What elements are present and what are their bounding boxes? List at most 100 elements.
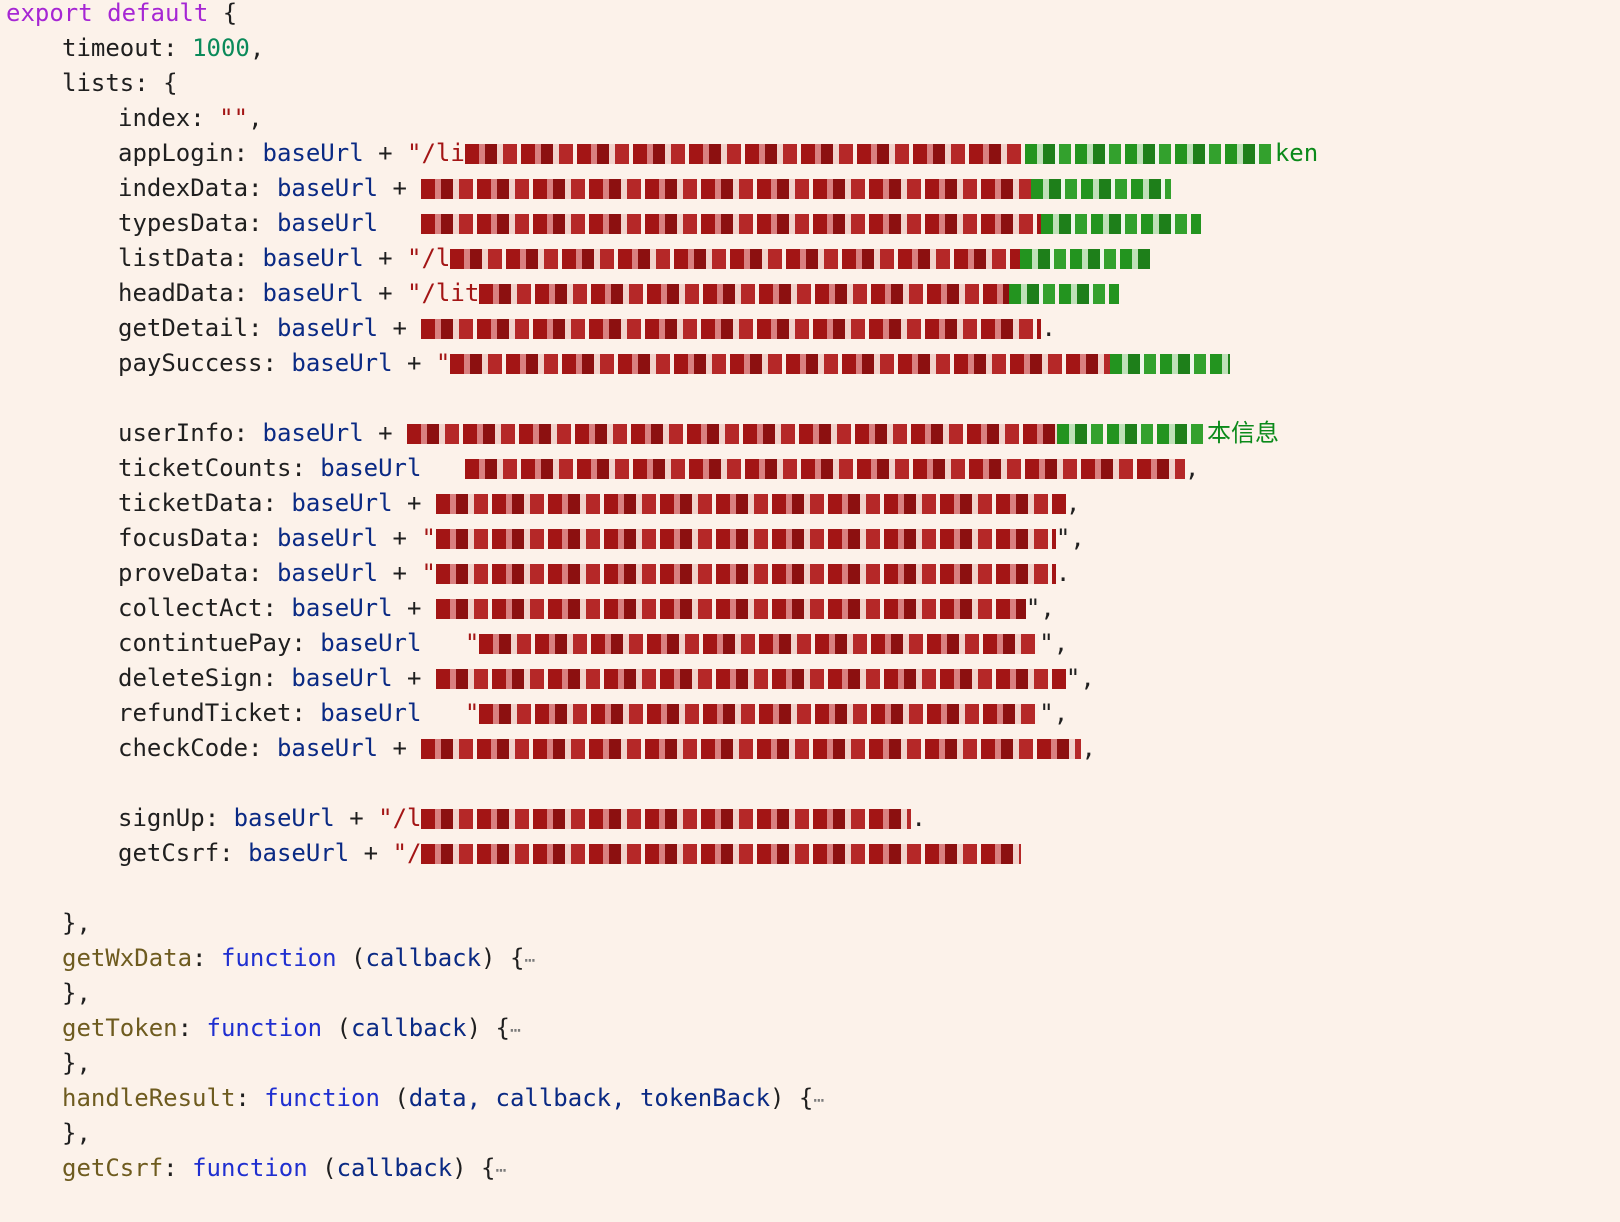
redacted-path (421, 739, 1082, 759)
baseurl-ident: baseUrl (276, 559, 379, 587)
fold-marker-icon[interactable]: ⋯ (510, 1020, 521, 1041)
line-indexData: indexData: baseUrl + (118, 170, 1172, 206)
line-listData: listData: baseUrl + "/l (118, 240, 1151, 276)
close-brace: }, (62, 1049, 91, 1077)
function-keyword: function (206, 1014, 323, 1042)
code-editor[interactable]: export default { timeout: 1000, lists: {… (0, 0, 1620, 1222)
line-contintuePay: contintuePay: baseUrl " ", (118, 629, 1069, 657)
baseurl-ident: baseUrl (320, 454, 422, 482)
baseurl-ident: baseUrl (276, 524, 379, 552)
key-headData: headData (118, 279, 234, 307)
index-value: "" (219, 104, 249, 132)
baseurl-ident: baseUrl (262, 279, 364, 307)
line-fn-handleResult: handleResult: function (data, callback, … (62, 1084, 825, 1112)
redacted-comment (1041, 214, 1202, 234)
redacted-path (407, 424, 1058, 444)
redacted-path (421, 844, 1022, 864)
baseurl-ident: baseUrl (262, 139, 364, 167)
baseurl-ident: baseUrl (262, 244, 364, 272)
fn-params: data, callback, tokenBack (408, 1084, 771, 1112)
redacted-comment (1020, 249, 1151, 269)
redacted-comment (1009, 284, 1120, 304)
key-signUp: signUp (118, 804, 205, 832)
key-refundTicket: refundTicket (118, 699, 292, 727)
fold-marker-icon[interactable]: ⋯ (524, 950, 535, 971)
line-signUp: signUp: baseUrl + "/l. (118, 804, 926, 832)
line-checkCode: checkCode: baseUrl + , (118, 734, 1096, 762)
baseurl-ident: baseUrl (291, 349, 393, 377)
comment-tail: ken (1274, 139, 1319, 167)
fn-name: getToken (62, 1014, 178, 1042)
lists-key: lists (62, 69, 135, 97)
key-ticketData: ticketData (118, 489, 263, 517)
key-ticketCounts: ticketCounts (118, 454, 292, 482)
redacted-path (479, 284, 1010, 304)
baseurl-ident: baseUrl (276, 314, 379, 342)
fold-marker-icon[interactable]: ⋯ (496, 1160, 507, 1181)
line-focusData: focusData: baseUrl + " ", (118, 524, 1085, 552)
key-userInfo: userInfo (118, 419, 234, 447)
baseurl-ident: baseUrl (276, 174, 379, 202)
line-getDetail: getDetail: baseUrl + . (118, 314, 1056, 342)
redacted-comment (1031, 179, 1172, 199)
redacted-path (464, 459, 1185, 479)
line-proveData: proveData: baseUrl + ". (118, 559, 1071, 587)
redacted-path (421, 179, 1032, 199)
line-close-fn: }, (62, 1045, 91, 1081)
redacted-comment (1110, 354, 1231, 374)
timeout-key: timeout (62, 34, 164, 62)
line-ticketCounts: ticketCounts: baseUrl , (118, 454, 1200, 482)
baseurl-ident: baseUrl (320, 699, 422, 727)
fn-params: callback (336, 1154, 453, 1182)
baseurl-ident: baseUrl (276, 734, 379, 762)
key-deleteSign: deleteSign (118, 664, 263, 692)
key-proveData: proveData (118, 559, 249, 587)
redacted-path (435, 494, 1066, 514)
redacted-path (421, 809, 912, 829)
redacted-path (421, 319, 1042, 339)
fold-marker-icon[interactable]: ⋯ (813, 1090, 824, 1111)
timeout-value: 1000 (192, 34, 250, 62)
close-brace: }, (62, 979, 91, 1007)
baseurl-ident: baseUrl (262, 419, 364, 447)
export-keyword: export default (6, 0, 209, 27)
line-getCsrf-url: getCsrf: baseUrl + "/ (118, 835, 1022, 871)
redacted-path (435, 599, 1026, 619)
line-fn-getCsrf: getCsrf: function (callback) {⋯ (62, 1154, 507, 1182)
line-headData: headData: baseUrl + "/lit (118, 275, 1120, 311)
redacted-path (464, 144, 1025, 164)
baseurl-ident: baseUrl (320, 629, 422, 657)
redacted-path (435, 669, 1066, 689)
key-typesData: typesData (118, 209, 249, 237)
redacted-path (479, 634, 1040, 654)
line-timeout: timeout: 1000, (62, 34, 265, 62)
key-getCsrf: getCsrf (118, 839, 220, 867)
line-lists: lists: { (62, 69, 178, 97)
baseurl-ident: baseUrl (291, 664, 393, 692)
line-collectAct: collectAct: baseUrl + ", (118, 594, 1055, 622)
redacted-comment (1024, 144, 1275, 164)
redacted-path (450, 249, 1021, 269)
baseurl-ident: baseUrl (233, 804, 335, 832)
line-typesData: typesData: baseUrl (118, 205, 1202, 241)
baseurl-ident: baseUrl (291, 489, 393, 517)
line-export: export default { (6, 0, 237, 31)
fn-name: handleResult (62, 1084, 236, 1112)
line-fn-getWxData: getWxData: function (callback) {⋯ (62, 944, 536, 972)
comment-tail: 本信息 (1207, 419, 1280, 447)
redacted-comment (1057, 424, 1208, 444)
key-indexData: indexData (118, 174, 249, 202)
line-close-fn: }, (62, 1115, 91, 1151)
line-ticketData: ticketData: baseUrl + , (118, 489, 1081, 517)
redacted-path (479, 704, 1040, 724)
close-brace: }, (62, 909, 91, 937)
redacted-path (435, 529, 1056, 549)
key-getDetail: getDetail (118, 314, 249, 342)
function-keyword: function (192, 1154, 308, 1182)
line-paySuccess: paySuccess: baseUrl + " (118, 345, 1231, 381)
line-index: index: "", (118, 104, 263, 132)
key-listData: listData (118, 244, 234, 272)
redacted-path (450, 354, 1111, 374)
fn-name: getWxData (62, 944, 193, 972)
function-keyword: function (220, 944, 337, 972)
